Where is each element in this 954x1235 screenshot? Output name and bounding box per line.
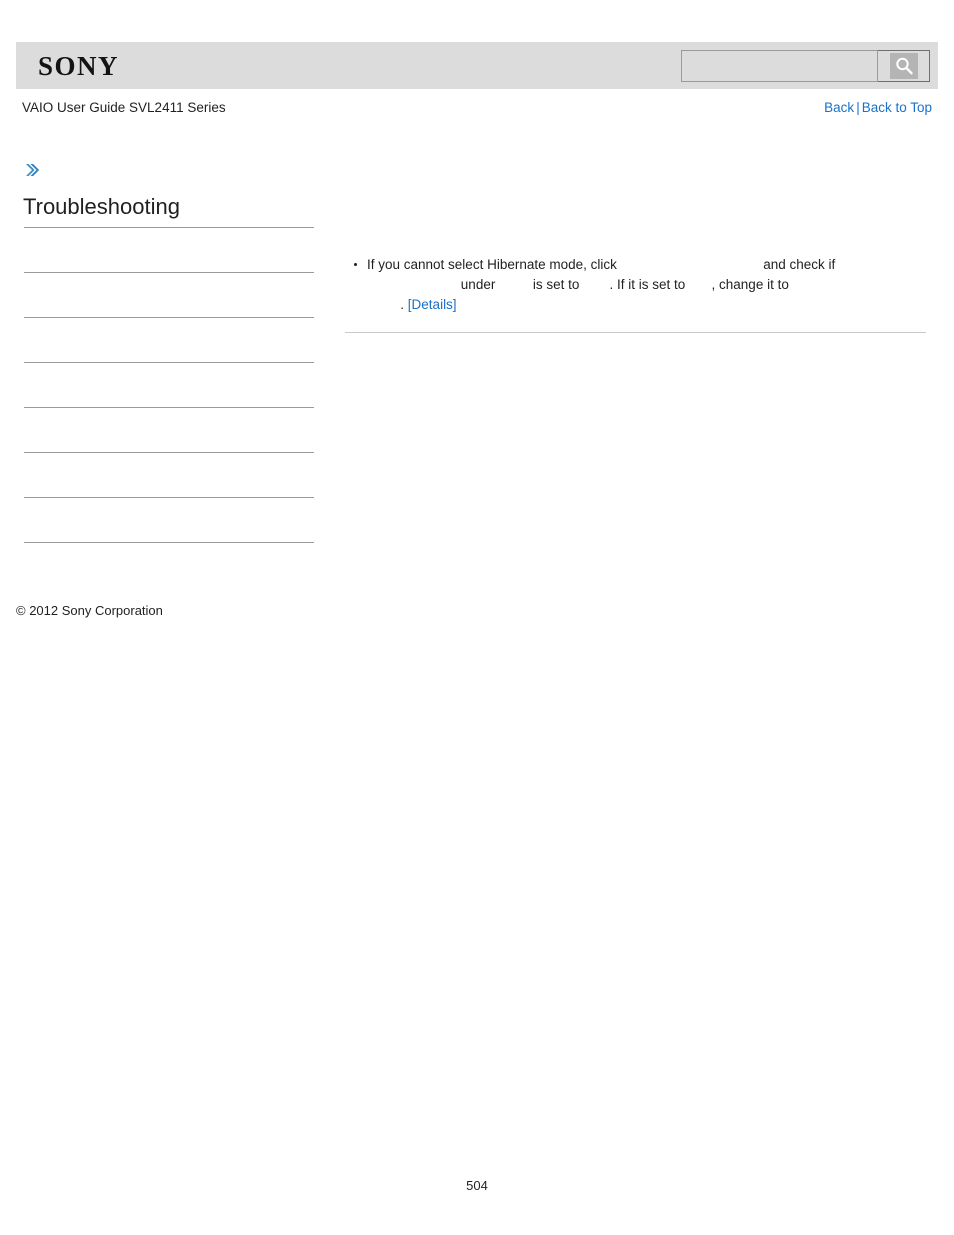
search-button[interactable] — [878, 50, 930, 82]
breadcrumb — [16, 155, 316, 193]
sony-logo: SONY — [38, 51, 120, 81]
search-icon — [889, 53, 918, 79]
header-nav-links: Back | Back to Top — [824, 100, 932, 115]
sidebar-item[interactable] — [24, 408, 314, 453]
back-to-top-link[interactable]: Back to Top — [862, 100, 932, 115]
bullet-text-line2-a: check if — [789, 257, 836, 272]
nav-separator: | — [856, 100, 860, 115]
ui-term-placeholder — [499, 275, 529, 295]
sidebar-item[interactable] — [24, 318, 314, 363]
bullet-text-line2-b: under — [460, 277, 496, 292]
sidebar: Troubleshooting — [16, 155, 316, 543]
content-bottom-rule — [345, 332, 926, 333]
page-number: 504 — [466, 1178, 488, 1193]
sidebar-item[interactable] — [24, 453, 314, 498]
back-link[interactable]: Back — [824, 100, 854, 115]
copyright-text: © 2012 Sony Corporation — [16, 603, 163, 618]
sidebar-item[interactable] — [24, 363, 314, 408]
sentence-period: . — [400, 297, 405, 312]
sidebar-item[interactable] — [24, 228, 314, 273]
bullet-text-line2-c: is set to — [532, 277, 580, 292]
search-input[interactable] — [681, 50, 878, 82]
ui-term-placeholder — [389, 295, 400, 315]
ui-term-placeholder — [367, 275, 457, 295]
ui-term-placeholder — [689, 275, 708, 295]
ui-term-placeholder — [621, 255, 760, 275]
bullet-text-line1-before: If you cannot select Hibernate mode, cli… — [367, 257, 617, 272]
sidebar-item[interactable] — [24, 273, 314, 318]
double-chevron-right-icon — [23, 161, 41, 179]
details-line: . [Details] — [367, 295, 926, 315]
search-area — [681, 50, 930, 82]
sidebar-item[interactable] — [24, 498, 314, 543]
sidebar-item-divider — [24, 542, 314, 543]
site-header: SONY — [16, 42, 938, 89]
guide-title-row: VAIO User Guide SVL2411 Series Back | Back… — [16, 100, 938, 120]
sidebar-heading: Troubleshooting — [23, 194, 180, 219]
main-content: If you cannot select Hibernate mode, cli… — [345, 255, 926, 333]
ui-term-placeholder — [583, 275, 606, 295]
bullet-text-line2-e: , change it to — [711, 277, 789, 292]
list-item: If you cannot select Hibernate mode, cli… — [345, 255, 926, 315]
bullet-text-line1-after: and — [763, 257, 786, 272]
bullet-text-line2-d: . If it is set to — [609, 277, 686, 292]
details-link[interactable]: [Details] — [408, 297, 457, 312]
troubleshooting-list: If you cannot select Hibernate mode, cli… — [345, 255, 926, 315]
page-title: VAIO User Guide SVL2411 Series — [22, 100, 226, 115]
